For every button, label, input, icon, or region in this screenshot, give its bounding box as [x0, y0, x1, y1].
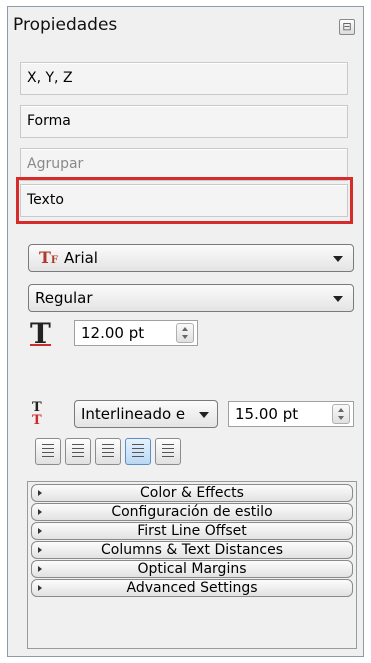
chevron-down-icon [333, 296, 343, 302]
subsection-first-line-offset[interactable]: First Line Offset [31, 522, 353, 540]
expand-triangle-icon [38, 490, 42, 496]
line-spacing-mode-dropdown[interactable]: Interlineado e [74, 400, 218, 428]
subsection-style-config[interactable]: Configuración de estilo [31, 503, 353, 521]
line-spacing-mode-value: Interlineado e [81, 405, 186, 423]
font-style-value: Regular [35, 289, 93, 307]
font-size-stepper[interactable] [176, 323, 194, 343]
subsection-optical-margins[interactable]: Optical Margins [31, 560, 353, 578]
chevron-down-icon [333, 256, 343, 262]
expand-triangle-icon [38, 528, 42, 534]
line-spacing-field[interactable]: 15.00 pt [228, 401, 354, 427]
font-family-dropdown[interactable]: TF Arial [28, 244, 354, 272]
panel-title: Propiedades [13, 15, 118, 35]
subsection-advanced-settings[interactable]: Advanced Settings [31, 579, 353, 597]
subsection-columns-text-distances[interactable]: Columns & Text Distances [31, 541, 353, 559]
line-spacing-icon: TT [32, 400, 42, 428]
texto-highlight-box [16, 177, 353, 224]
line-spacing-stepper[interactable] [332, 404, 350, 424]
font-size-icon: T [30, 317, 51, 350]
chevron-down-icon [199, 412, 209, 418]
subsection-list: Color & Effects Configuración de estilo … [27, 481, 357, 649]
section-xyz-button[interactable]: X, Y, Z [20, 62, 348, 95]
section-forma-button[interactable]: Forma [20, 105, 348, 138]
font-family-value: Arial [64, 249, 98, 267]
expand-triangle-icon [38, 566, 42, 572]
expand-triangle-icon [38, 585, 42, 591]
align-right-button[interactable] [95, 438, 121, 465]
font-style-dropdown[interactable]: Regular [28, 284, 354, 312]
font-size-field[interactable]: 12.00 pt [74, 320, 198, 346]
align-left-button[interactable] [35, 438, 61, 465]
line-spacing-value: 15.00 pt [235, 405, 299, 423]
expand-triangle-icon [38, 547, 42, 553]
expand-triangle-icon [38, 509, 42, 515]
panel-titlebar: Propiedades ⊟ [8, 7, 363, 43]
align-force-justify-button[interactable] [155, 438, 181, 465]
close-icon[interactable]: ⊟ [339, 19, 355, 35]
truetype-font-icon: TF [39, 248, 59, 267]
align-center-button[interactable] [65, 438, 91, 465]
subsection-color-effects[interactable]: Color & Effects [31, 484, 353, 502]
font-size-value: 12.00 pt [81, 324, 145, 342]
align-justify-button[interactable] [125, 438, 151, 465]
